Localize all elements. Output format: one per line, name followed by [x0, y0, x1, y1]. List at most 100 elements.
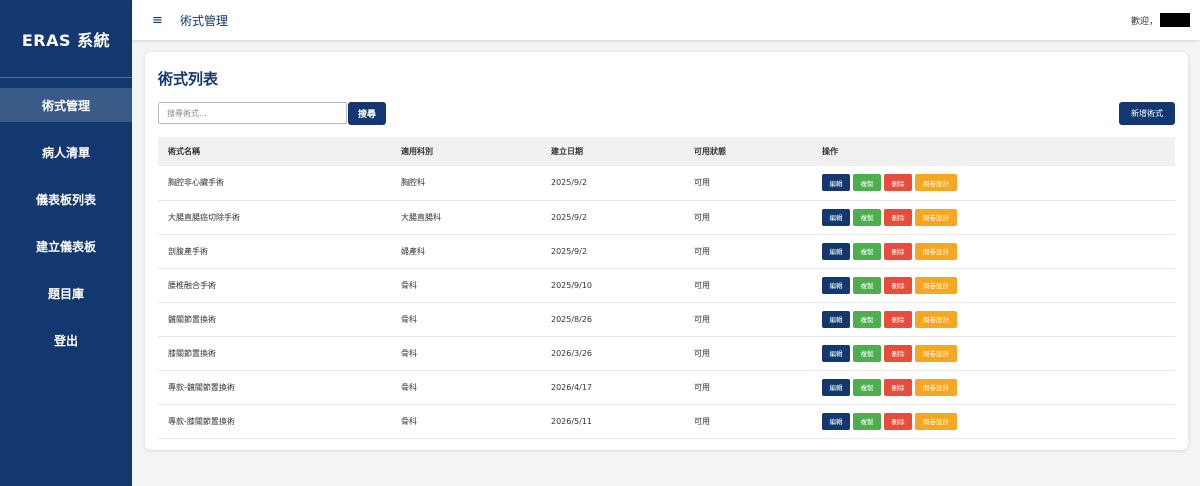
edit-button[interactable]: 編輯: [822, 174, 850, 192]
delete-button[interactable]: 刪除: [884, 208, 912, 226]
department-cell: 婦產科: [401, 246, 425, 256]
page-title: 術式管理: [180, 13, 229, 28]
row-actions: 編輯 複製 刪除 問卷設計: [822, 174, 1175, 192]
edit-button[interactable]: 編輯: [822, 412, 850, 430]
sidebar-item-procedure-management[interactable]: 術式管理: [0, 88, 132, 122]
questionnaire-design-button[interactable]: 問卷設計: [915, 412, 957, 430]
copy-button[interactable]: 複製: [853, 378, 881, 396]
delete-button[interactable]: 刪除: [884, 276, 912, 294]
copy-button[interactable]: 複製: [853, 242, 881, 260]
sidebar-item-patient-list[interactable]: 病人清單: [0, 135, 132, 169]
toolbar: 搜尋 新增術式: [158, 101, 1175, 125]
table-row: 大腸直腸癌切除手術 大腸直腸科 2025/9/2 可用 編輯 複製 刪除 問卷設計: [158, 200, 1175, 234]
questionnaire-design-button[interactable]: 問卷設計: [915, 242, 957, 260]
status-cell: 可用: [694, 416, 710, 426]
edit-button[interactable]: 編輯: [822, 344, 850, 362]
copy-button[interactable]: 複製: [853, 344, 881, 362]
sidebar-item-question-bank[interactable]: 題目庫: [0, 276, 132, 310]
table-header: 術式名稱 適用科別 建立日期 可用狀態 操作: [158, 137, 1175, 166]
topbar: ≡ 術式管理 歡迎，: [132, 0, 1200, 40]
procedure-name-cell: 剖腹產手術: [168, 246, 208, 256]
actions-cell: 編輯 複製 刪除 問卷設計: [812, 302, 1175, 336]
delete-button[interactable]: 刪除: [884, 412, 912, 430]
questionnaire-design-button[interactable]: 問卷設計: [915, 276, 957, 294]
status-cell: 可用: [694, 212, 710, 222]
questionnaire-design-button[interactable]: 問卷設計: [915, 344, 957, 362]
table-row: 剖腹產手術 婦產科 2025/9/2 可用 編輯 複製 刪除 問卷設計: [158, 234, 1175, 268]
column-header-department: 適用科別: [401, 147, 433, 156]
card-title: 術式列表: [158, 70, 219, 88]
copy-button[interactable]: 複製: [853, 310, 881, 328]
department-cell: 骨科: [401, 416, 417, 426]
department-cell: 胸腔科: [401, 178, 425, 188]
created-date-cell: 2025/9/10: [551, 280, 593, 290]
procedure-name-cell: 專款-膝關節置換術: [168, 416, 235, 426]
sidebar-item-logout[interactable]: 登出: [0, 323, 132, 357]
redacted-username: [1160, 13, 1190, 27]
table-row: 膝關節置換術 骨科 2026/3/26 可用 編輯 複製 刪除 問卷設計: [158, 336, 1175, 370]
edit-button[interactable]: 編輯: [822, 378, 850, 396]
sidebar: ERAS 系統 術式管理 病人清單 儀表板列表 建立儀表板 題目庫 登出: [0, 0, 132, 486]
sidebar-item-dashboard-list[interactable]: 儀表板列表: [0, 182, 132, 216]
copy-button[interactable]: 複製: [853, 174, 881, 192]
hamburger-menu-icon[interactable]: ≡: [152, 13, 170, 28]
copy-button[interactable]: 複製: [853, 208, 881, 226]
row-actions: 編輯 複製 刪除 問卷設計: [822, 378, 1175, 396]
row-actions: 編輯 複製 刪除 問卷設計: [822, 276, 1175, 294]
created-date-cell: 2026/5/11: [551, 416, 593, 426]
row-actions: 編輯 複製 刪除 問卷設計: [822, 344, 1175, 362]
actions-cell: 編輯 複製 刪除 問卷設計: [812, 200, 1175, 234]
status-cell: 可用: [694, 246, 710, 256]
brand-logo: ERAS 系統: [0, 0, 132, 78]
column-header-actions: 操作: [822, 147, 838, 156]
table-row: 腰椎融合手術 骨科 2025/9/10 可用 編輯 複製 刪除 問卷設計: [158, 268, 1175, 302]
add-procedure-button[interactable]: 新增術式: [1119, 101, 1175, 125]
department-cell: 骨科: [401, 348, 417, 358]
row-actions: 編輯 複製 刪除 問卷設計: [822, 208, 1175, 226]
created-date-cell: 2025/9/2: [551, 178, 587, 188]
questionnaire-design-button[interactable]: 問卷設計: [915, 310, 957, 328]
procedure-list-card: 術式列表 搜尋 新增術式 術式名稱 適用科別 建立日期 可用狀態 操作: [145, 52, 1188, 450]
status-cell: 可用: [694, 314, 710, 324]
questionnaire-design-button[interactable]: 問卷設計: [915, 208, 957, 226]
questionnaire-design-button[interactable]: 問卷設計: [915, 174, 957, 192]
department-cell: 大腸直腸科: [401, 212, 441, 222]
actions-cell: 編輯 複製 刪除 問卷設計: [812, 166, 1175, 200]
status-cell: 可用: [694, 348, 710, 358]
actions-cell: 編輯 複製 刪除 問卷設計: [812, 404, 1175, 438]
edit-button[interactable]: 編輯: [822, 242, 850, 260]
procedure-table: 術式名稱 適用科別 建立日期 可用狀態 操作 胸腔非心臟手術 胸腔科 2025/9/…: [158, 137, 1175, 439]
delete-button[interactable]: 刪除: [884, 242, 912, 260]
procedure-name-cell: 專款-髖關節置換術: [168, 382, 235, 392]
delete-button[interactable]: 刪除: [884, 310, 912, 328]
delete-button[interactable]: 刪除: [884, 174, 912, 192]
created-date-cell: 2025/8/26: [551, 314, 593, 324]
actions-cell: 編輯 複製 刪除 問卷設計: [812, 268, 1175, 302]
search-button[interactable]: 搜尋: [348, 101, 386, 125]
actions-cell: 編輯 複製 刪除 問卷設計: [812, 336, 1175, 370]
delete-button[interactable]: 刪除: [884, 378, 912, 396]
copy-button[interactable]: 複製: [853, 412, 881, 430]
delete-button[interactable]: 刪除: [884, 344, 912, 362]
edit-button[interactable]: 編輯: [822, 310, 850, 328]
department-cell: 骨科: [401, 314, 417, 324]
status-cell: 可用: [694, 382, 710, 392]
questionnaire-design-button[interactable]: 問卷設計: [915, 378, 957, 396]
procedure-name-cell: 髖關節置換術: [168, 314, 216, 324]
created-date-cell: 2025/9/2: [551, 246, 587, 256]
copy-button[interactable]: 複製: [853, 276, 881, 294]
created-date-cell: 2026/3/26: [551, 348, 593, 358]
welcome-text: 歡迎，: [1130, 16, 1158, 27]
search-input[interactable]: [158, 102, 347, 124]
actions-cell: 編輯 複製 刪除 問卷設計: [812, 234, 1175, 268]
sidebar-nav: 術式管理 病人清單 儀表板列表 建立儀表板 題目庫 登出: [0, 78, 132, 357]
procedure-name-cell: 胸腔非心臟手術: [168, 178, 224, 188]
edit-button[interactable]: 編輯: [822, 276, 850, 294]
column-header-date: 建立日期: [551, 147, 583, 156]
department-cell: 骨科: [401, 382, 417, 392]
table-row: 專款-膝關節置換術 骨科 2026/5/11 可用 編輯 複製 刪除 問卷設計: [158, 404, 1175, 438]
table-row: 胸腔非心臟手術 胸腔科 2025/9/2 可用 編輯 複製 刪除 問卷設計: [158, 166, 1175, 200]
column-header-status: 可用狀態: [694, 147, 726, 156]
edit-button[interactable]: 編輯: [822, 208, 850, 226]
sidebar-item-create-dashboard[interactable]: 建立儀表板: [0, 229, 132, 263]
